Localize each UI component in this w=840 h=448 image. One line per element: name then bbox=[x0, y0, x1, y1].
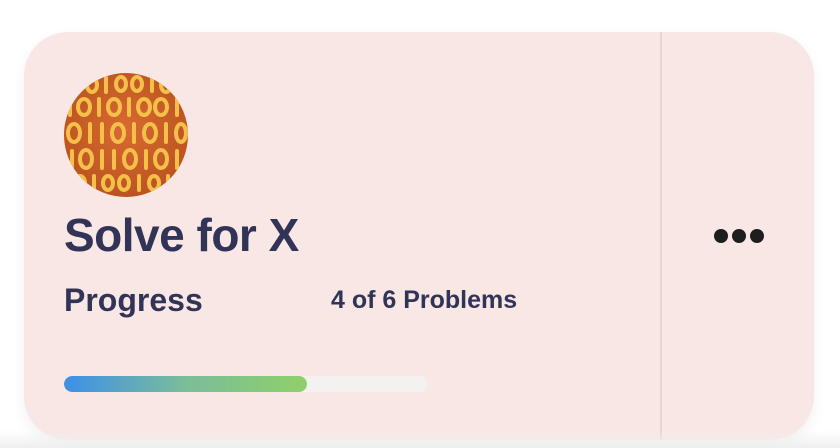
binary-digits-icon bbox=[64, 73, 188, 197]
progress-count: 4 of 6 Problems bbox=[331, 286, 518, 314]
course-title: Solve for X bbox=[64, 209, 299, 261]
progress-bar-fill bbox=[64, 376, 307, 392]
card-divider bbox=[660, 32, 662, 440]
bottom-shadow bbox=[0, 430, 840, 448]
progress-bar bbox=[64, 376, 428, 392]
more-options-button[interactable] bbox=[704, 218, 774, 254]
ellipsis-horizontal-icon bbox=[714, 229, 764, 243]
progress-label: Progress bbox=[64, 282, 203, 318]
course-card[interactable]: Solve for X Progress 4 of 6 Problems bbox=[24, 32, 814, 440]
